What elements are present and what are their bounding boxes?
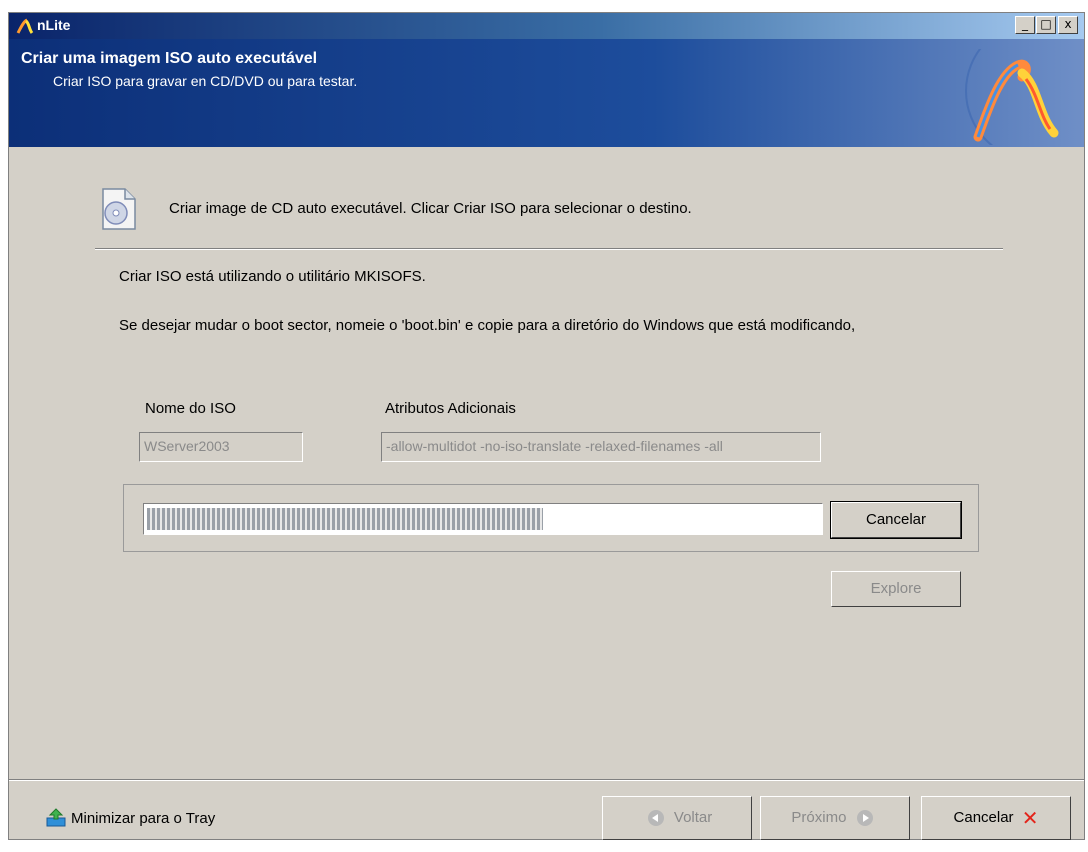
cancel-label: Cancelar bbox=[953, 809, 1014, 826]
next-arrow-icon bbox=[856, 810, 873, 827]
intro-text: Criar image de CD auto executável. Clica… bbox=[169, 200, 692, 217]
back-arrow-icon bbox=[647, 810, 664, 827]
close-button[interactable]: x bbox=[1058, 16, 1078, 34]
page-title: Criar uma imagem ISO auto executável bbox=[21, 50, 318, 67]
maximize-button[interactable]: □ bbox=[1036, 16, 1056, 34]
tray-label: Minimizar para o Tray bbox=[71, 810, 216, 827]
iso-progress-bar bbox=[143, 503, 823, 535]
progress-fill bbox=[147, 508, 543, 530]
back-button[interactable]: Voltar bbox=[602, 796, 752, 840]
tray-icon bbox=[46, 808, 66, 827]
next-button[interactable]: Próximo bbox=[760, 796, 910, 840]
nlite-logo-icon bbox=[965, 49, 1059, 145]
nlite-window: nLite _ □ x Criar uma imagem ISO auto ex… bbox=[8, 12, 1085, 840]
explore-button[interactable]: Explore bbox=[831, 571, 961, 607]
page-subtitle: Criar ISO para gravar en CD/DVD ou para … bbox=[53, 73, 358, 89]
nlite-app-icon bbox=[16, 18, 34, 34]
cd-image-icon bbox=[102, 188, 136, 230]
mkisofs-info-text: Criar ISO está utilizando o utilitário M… bbox=[119, 268, 426, 285]
boot-sector-info-text: Se desejar mudar o boot sector, nomeie o… bbox=[119, 317, 856, 334]
iso-name-field[interactable]: WServer2003 bbox=[139, 432, 303, 462]
additional-attributes-field[interactable]: -allow-multidot -no-iso-translate -relax… bbox=[381, 432, 821, 462]
footer-divider bbox=[9, 779, 1084, 781]
cancel-button[interactable]: Cancelar ✕ bbox=[921, 796, 1071, 840]
divider bbox=[95, 248, 1003, 250]
additional-attributes-label: Atributos Adicionais bbox=[385, 400, 516, 417]
cancel-iso-button[interactable]: Cancelar bbox=[830, 501, 962, 539]
close-x-icon: ✕ bbox=[1021, 806, 1039, 831]
back-label: Voltar bbox=[673, 809, 713, 826]
title-bar: nLite _ □ x bbox=[9, 13, 1084, 39]
iso-name-label: Nome do ISO bbox=[145, 400, 236, 417]
next-label: Próximo bbox=[791, 809, 847, 826]
page-header: Criar uma imagem ISO auto executável Cri… bbox=[9, 39, 1084, 147]
window-title: nLite bbox=[37, 17, 71, 33]
minimize-button[interactable]: _ bbox=[1015, 16, 1035, 34]
